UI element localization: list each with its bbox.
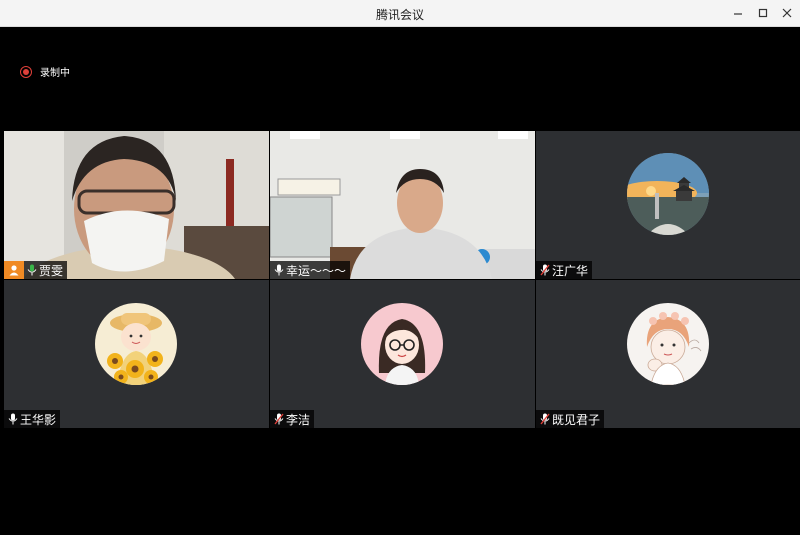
participant-name: 汪广华 [552,263,589,278]
participant-name: 贾雯 [39,263,64,278]
minimize-icon [734,13,742,15]
glasses-girl-avatar [361,303,443,385]
meeting-window: 腾讯会议 录制中 贾雯 幸运～～～ 汪广华 王华影 李洁 既见君子 [0,0,800,535]
record-dot-icon [20,65,32,78]
recording-indicator: 录制中 [20,64,70,79]
participant-name: 王华影 [20,412,57,427]
host-icon [4,261,24,279]
mic-icon [274,264,284,276]
participant-nameplate: 贾雯 [4,261,68,279]
minimize-button[interactable] [728,4,748,22]
participant-name: 既见君子 [552,412,601,427]
participant-tile[interactable]: 幸运～～～ [270,131,535,279]
maximize-icon [758,8,768,18]
mic-speaking-icon [27,264,37,276]
participant-nameplate: 汪广华 [536,261,593,279]
sunset-pavilion-avatar [627,153,709,235]
participant-nameplate: 既见君子 [536,410,605,428]
participant-tile[interactable]: 汪广华 [536,131,800,279]
mic-muted-icon [540,413,550,425]
maximize-button[interactable] [753,4,773,22]
mic-muted-icon [274,413,284,425]
participant-tile[interactable]: 贾雯 [4,131,269,279]
sketch-girl-avatar [627,303,709,385]
video-feed [4,131,269,279]
participant-nameplate: 幸运～～～ [270,261,351,279]
participant-tile[interactable]: 王华影 [4,280,269,428]
window-title: 腾讯会议 [375,8,424,22]
video-feed [270,131,535,279]
participant-name: 幸运～～～ [286,263,347,278]
participant-tile[interactable]: 既见君子 [536,280,800,428]
participant-nameplate: 王华影 [4,410,61,428]
participant-name: 李洁 [286,412,311,427]
mic-muted-icon [540,264,550,276]
close-icon [782,8,792,18]
mic-icon [8,413,18,425]
recording-label: 录制中 [40,68,70,79]
close-button[interactable] [777,4,797,22]
participant-tile[interactable]: 李洁 [270,280,535,428]
video-grid: 贾雯 幸运～～～ 汪广华 王华影 李洁 既见君子 [4,131,800,428]
title-bar: 腾讯会议 [0,0,800,27]
participant-nameplate: 李洁 [270,410,315,428]
sunflower-girl-avatar [95,303,177,385]
